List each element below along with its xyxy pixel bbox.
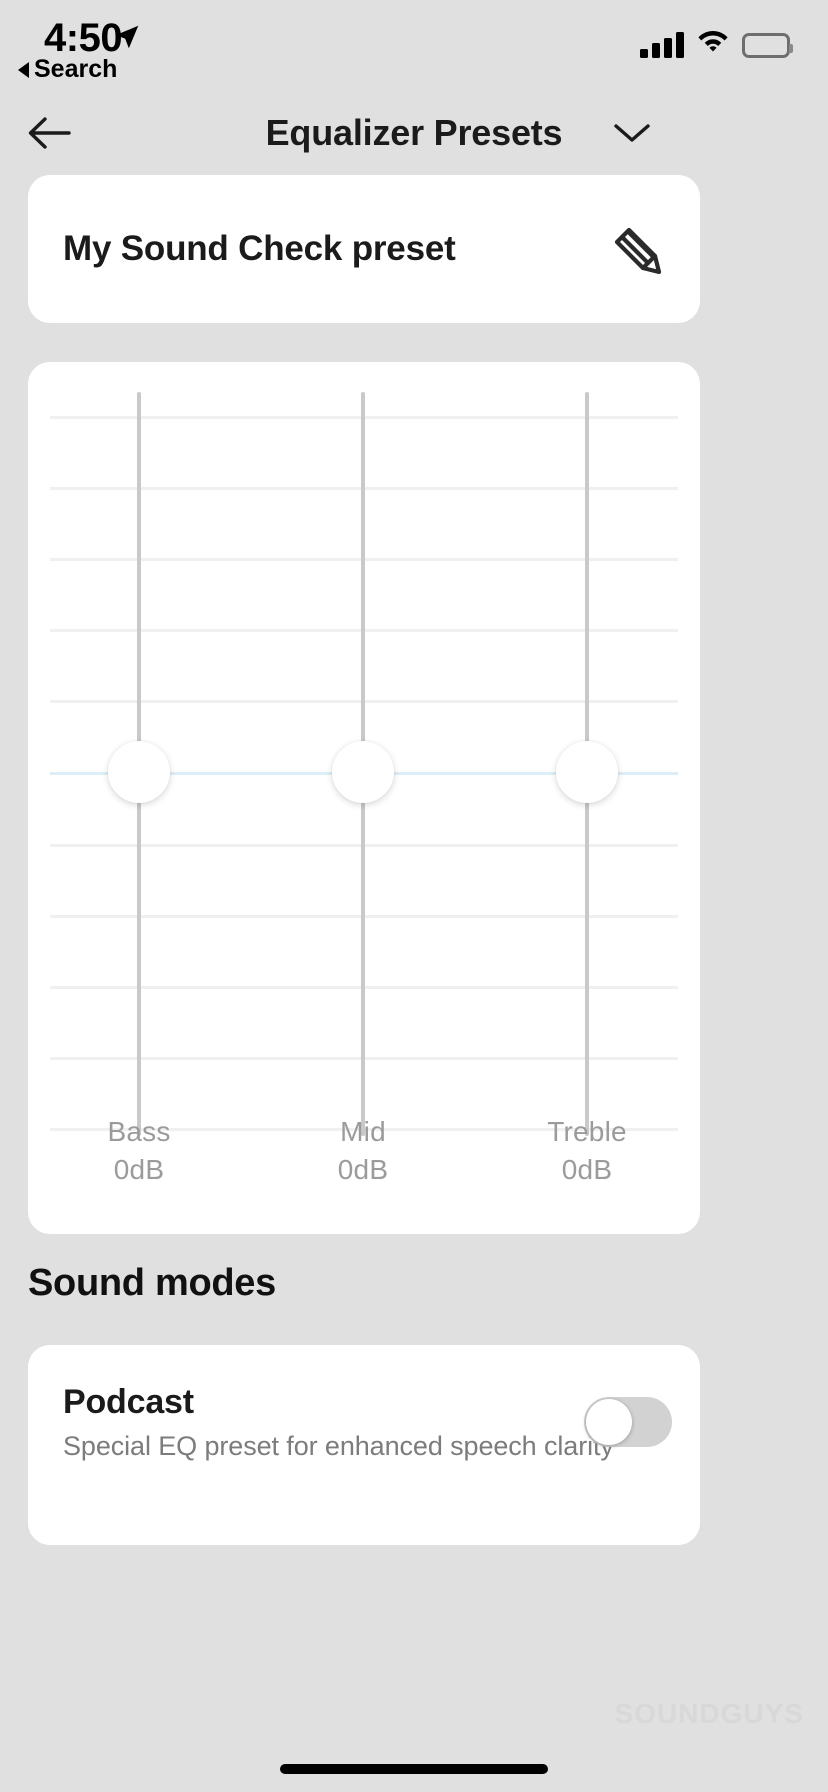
sound-modes-card: Podcast Special EQ preset for enhanced s…: [28, 1345, 700, 1545]
list-item[interactable]: Podcast Special EQ preset for enhanced s…: [28, 1345, 700, 1493]
navigation-bar: Equalizer Presets: [0, 92, 828, 174]
mode-subtitle: Special EQ preset for enhanced speech cl…: [63, 1431, 614, 1461]
preset-card[interactable]: My Sound Check preset: [28, 175, 700, 323]
eq-band-name: Mid: [340, 1116, 386, 1147]
equalizer-card[interactable]: Bass 0dB Mid 0dB Treble 0dB: [28, 362, 700, 1234]
eq-label-bass: Bass 0dB: [49, 1116, 229, 1186]
mode-title: Podcast: [63, 1383, 194, 1421]
equalizer-plot: [28, 384, 700, 1144]
wifi-icon: [696, 27, 730, 58]
sound-modes-heading: Sound modes: [28, 1262, 276, 1304]
battery-full-icon: [742, 33, 793, 58]
status-bar-back-label: Search: [34, 55, 118, 83]
eq-band-value: 0dB: [561, 1154, 613, 1185]
location-arrow-icon: [112, 22, 142, 52]
eq-band-name: Bass: [107, 1116, 171, 1147]
toggle-knob: [586, 1399, 632, 1445]
chevron-down-icon[interactable]: [612, 113, 652, 153]
eq-slider-thumb-bass[interactable]: [108, 741, 170, 803]
page-title: Equalizer Presets: [265, 112, 563, 153]
status-bar-indicators: [640, 24, 793, 58]
watermark: SOUNDGUYS: [614, 1698, 804, 1729]
eq-label-mid: Mid 0dB: [273, 1116, 453, 1186]
cellular-signal-icon: [640, 32, 684, 58]
preset-name: My Sound Check preset: [63, 229, 456, 268]
eq-band-value: 0dB: [337, 1154, 389, 1185]
eq-slider-thumb-treble[interactable]: [556, 741, 618, 803]
pencil-icon[interactable]: [600, 213, 672, 285]
podcast-toggle[interactable]: [584, 1397, 672, 1447]
eq-band-bass[interactable]: [108, 384, 170, 1144]
home-indicator[interactable]: [280, 1764, 548, 1774]
eq-band-labels: Bass 0dB Mid 0dB Treble 0dB: [28, 1116, 700, 1208]
eq-label-treble: Treble 0dB: [497, 1116, 677, 1186]
triangle-left-icon: [18, 61, 29, 78]
eq-band-treble[interactable]: [556, 384, 618, 1144]
status-bar-back-to-search[interactable]: Search: [18, 55, 117, 84]
status-bar: 4:50 Search: [0, 0, 828, 92]
mode-text: Podcast Special EQ preset for enhanced s…: [63, 1383, 614, 1462]
eq-band-name: Treble: [547, 1116, 627, 1147]
eq-band-value: 0dB: [113, 1154, 165, 1185]
eq-band-mid[interactable]: [332, 384, 394, 1144]
eq-slider-thumb-mid[interactable]: [332, 741, 394, 803]
